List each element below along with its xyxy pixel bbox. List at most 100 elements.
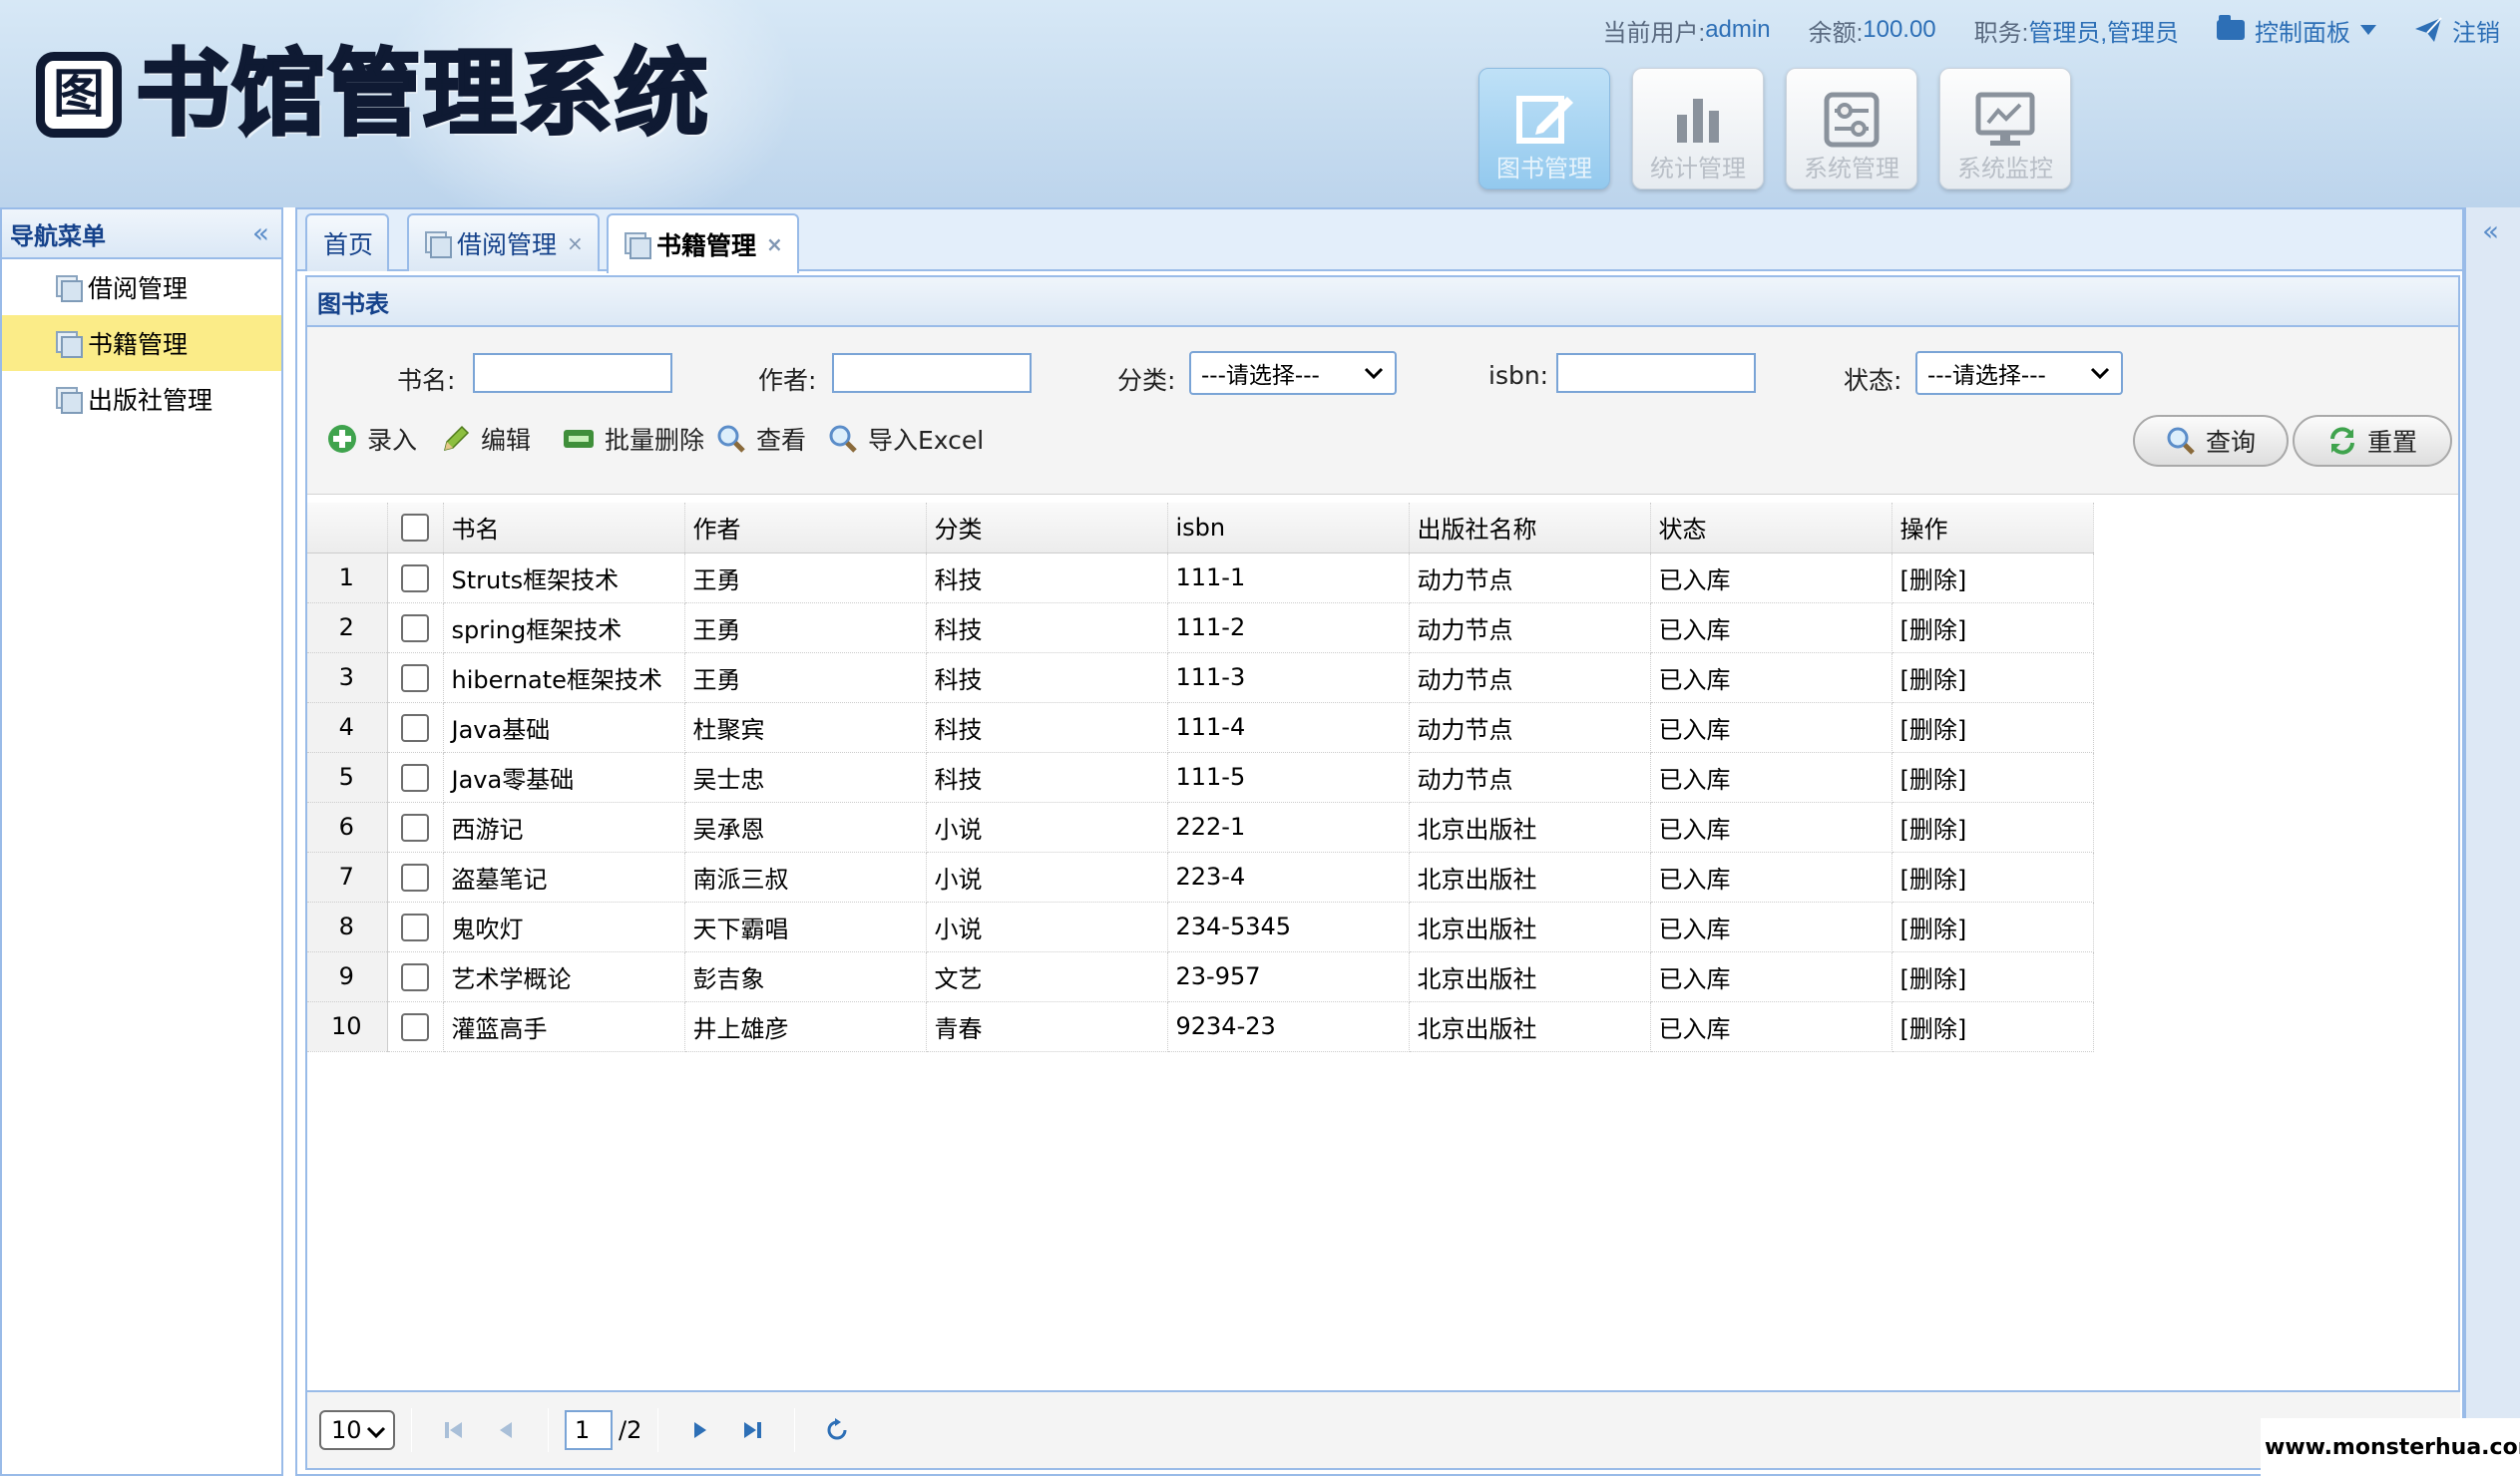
page-size-value: 10 <box>331 1416 362 1444</box>
row-checkbox[interactable] <box>400 763 429 792</box>
module-book-management[interactable]: 图书管理 <box>1478 68 1610 189</box>
tab-books[interactable]: 书籍管理 × <box>607 213 799 273</box>
column-header[interactable]: 操作 <box>1891 503 2094 554</box>
prev-page-button[interactable] <box>488 1412 524 1448</box>
category-select[interactable]: ---请选择--- <box>1189 351 1397 395</box>
table-row[interactable]: 10 灌篮高手 井上雄彦 青春 9234-23 北京出版社 已入库 [删除] <box>307 1001 2094 1052</box>
isbn-input[interactable] <box>1556 353 1756 393</box>
table-row[interactable]: 2 spring框架技术 王勇 科技 111-2 动力节点 已入库 [删除] <box>307 602 2094 653</box>
row-checkbox[interactable] <box>400 663 429 692</box>
tab-home[interactable]: 首页 <box>305 213 390 271</box>
edit-button[interactable]: 编辑 <box>441 421 531 457</box>
row-select-cell <box>387 752 444 803</box>
next-page-button[interactable] <box>682 1412 718 1448</box>
table-row[interactable]: 9 艺术学概论 彭吉象 文艺 23-957 北京出版社 已入库 [删除] <box>307 951 2094 1002</box>
row-checkbox[interactable] <box>400 913 429 941</box>
view-button[interactable]: 查看 <box>716 421 806 457</box>
delete-link[interactable]: [删除] <box>1891 702 2094 753</box>
search-button[interactable]: 查询 <box>2133 415 2289 467</box>
delete-link[interactable]: [删除] <box>1891 602 2094 653</box>
column-header[interactable]: isbn <box>1167 503 1410 554</box>
nav-header: 导航菜单 « <box>2 209 281 259</box>
delete-link[interactable]: [删除] <box>1891 652 2094 703</box>
table-row[interactable]: 1 Struts框架技术 王勇 科技 111-1 动力节点 已入库 [删除] <box>307 553 2094 603</box>
cell-status: 已入库 <box>1650 702 1892 753</box>
module-system[interactable]: 系统管理 <box>1786 68 1917 189</box>
monitor-icon <box>1975 92 2035 146</box>
table-row[interactable]: 5 Java零基础 吴士忠 科技 111-5 动力节点 已入库 [删除] <box>307 752 2094 803</box>
close-icon[interactable]: × <box>766 232 783 256</box>
row-checkbox[interactable] <box>400 813 429 842</box>
column-header[interactable]: 状态 <box>1650 503 1892 554</box>
delete-link[interactable]: [删除] <box>1891 951 2094 1002</box>
module-label: 图书管理 <box>1496 155 1592 183</box>
table-row[interactable]: 3 hibernate框架技术 王勇 科技 111-3 动力节点 已入库 [删除] <box>307 652 2094 703</box>
column-header[interactable]: 作者 <box>684 503 927 554</box>
cell-publisher: 动力节点 <box>1409 652 1651 703</box>
cell-category: 青春 <box>926 1001 1168 1052</box>
row-checkbox[interactable] <box>400 613 429 642</box>
chevron-down-icon <box>1364 367 1384 380</box>
delete-link[interactable]: [删除] <box>1891 752 2094 803</box>
table-row[interactable]: 8 鬼吹灯 天下霸唱 小说 234-5345 北京出版社 已入库 [删除] <box>307 902 2094 952</box>
pagination-bar: 10 1 /2 <box>307 1390 2460 1468</box>
select-all-checkbox[interactable] <box>400 514 429 543</box>
cell-isbn: 111-5 <box>1167 752 1410 803</box>
nav-item-borrow[interactable]: 借阅管理 <box>2 259 281 315</box>
collapse-left-icon[interactable]: « <box>252 219 269 247</box>
delete-link[interactable]: [删除] <box>1891 1001 2094 1052</box>
expand-right-icon[interactable]: « <box>2482 217 2499 245</box>
status-select[interactable]: ---请选择--- <box>1915 351 2123 395</box>
batch-delete-button[interactable]: 批量删除 <box>563 421 704 457</box>
app-title: 书馆管理系统 <box>134 40 711 149</box>
bar-chart-icon <box>1677 99 1719 143</box>
last-page-button[interactable] <box>734 1412 770 1448</box>
minus-icon <box>564 430 594 448</box>
add-button[interactable]: 录入 <box>327 421 417 457</box>
pages-icon <box>625 232 651 259</box>
nav-item-books[interactable]: 书籍管理 <box>2 315 281 371</box>
delete-link[interactable]: [删除] <box>1891 902 2094 952</box>
control-panel-menu[interactable]: 控制面板 <box>2217 13 2376 48</box>
reset-button[interactable]: 重置 <box>2293 415 2452 467</box>
cell-author: 王勇 <box>684 602 927 653</box>
table-row[interactable]: 7 盗墓笔记 南派三叔 小说 223-4 北京出版社 已入库 [删除] <box>307 852 2094 903</box>
module-statistics[interactable]: 统计管理 <box>1632 68 1764 189</box>
grid-toolbar: 书名: 作者: 分类: ---请选择--- isbn: 状态: ---请选择--… <box>307 327 2458 495</box>
tab-borrow[interactable]: 借阅管理 × <box>407 213 600 271</box>
delete-link[interactable]: [删除] <box>1891 802 2094 853</box>
page-size-select[interactable]: 10 <box>319 1410 395 1450</box>
import-excel-button[interactable]: 导入Excel <box>828 421 984 457</box>
column-header[interactable]: 出版社名称 <box>1409 503 1651 554</box>
first-page-button[interactable] <box>436 1412 472 1448</box>
row-checkbox[interactable] <box>400 713 429 742</box>
table-row[interactable]: 4 Java基础 杜聚宾 科技 111-4 动力节点 已入库 [删除] <box>307 702 2094 753</box>
logout-button[interactable]: 注销 <box>2414 13 2500 48</box>
cell-category: 科技 <box>926 602 1168 653</box>
module-label: 系统管理 <box>1804 155 1899 183</box>
nav-item-publisher[interactable]: 出版社管理 <box>2 371 281 427</box>
role-value: 管理员,管理员 <box>2028 19 2179 47</box>
row-checkbox[interactable] <box>400 1012 429 1041</box>
refresh-button[interactable] <box>819 1412 855 1448</box>
module-monitor[interactable]: 系统监控 <box>1939 68 2071 189</box>
cell-status: 已入库 <box>1650 752 1892 803</box>
cell-name: 灌篮高手 <box>443 1001 685 1052</box>
balance-value: 100.00 <box>1863 16 1936 43</box>
column-header[interactable]: 书名 <box>443 503 685 554</box>
row-checkbox[interactable] <box>400 863 429 892</box>
page-number-input[interactable]: 1 <box>565 1410 613 1450</box>
row-number-header <box>307 503 388 554</box>
row-checkbox[interactable] <box>400 962 429 991</box>
right-collapsed-panel: « <box>2464 207 2520 1476</box>
row-checkbox[interactable] <box>400 563 429 592</box>
delete-link[interactable]: [删除] <box>1891 852 2094 903</box>
delete-link[interactable]: [删除] <box>1891 553 2094 603</box>
close-icon[interactable]: × <box>567 231 584 255</box>
filter-name-label: 书名: <box>397 366 456 395</box>
table-row[interactable]: 6 西游记 吴承恩 小说 222-1 北京出版社 已入库 [删除] <box>307 802 2094 853</box>
author-input[interactable] <box>832 353 1032 393</box>
column-header[interactable]: 分类 <box>926 503 1168 554</box>
book-name-input[interactable] <box>473 353 672 393</box>
row-select-cell <box>387 902 444 952</box>
